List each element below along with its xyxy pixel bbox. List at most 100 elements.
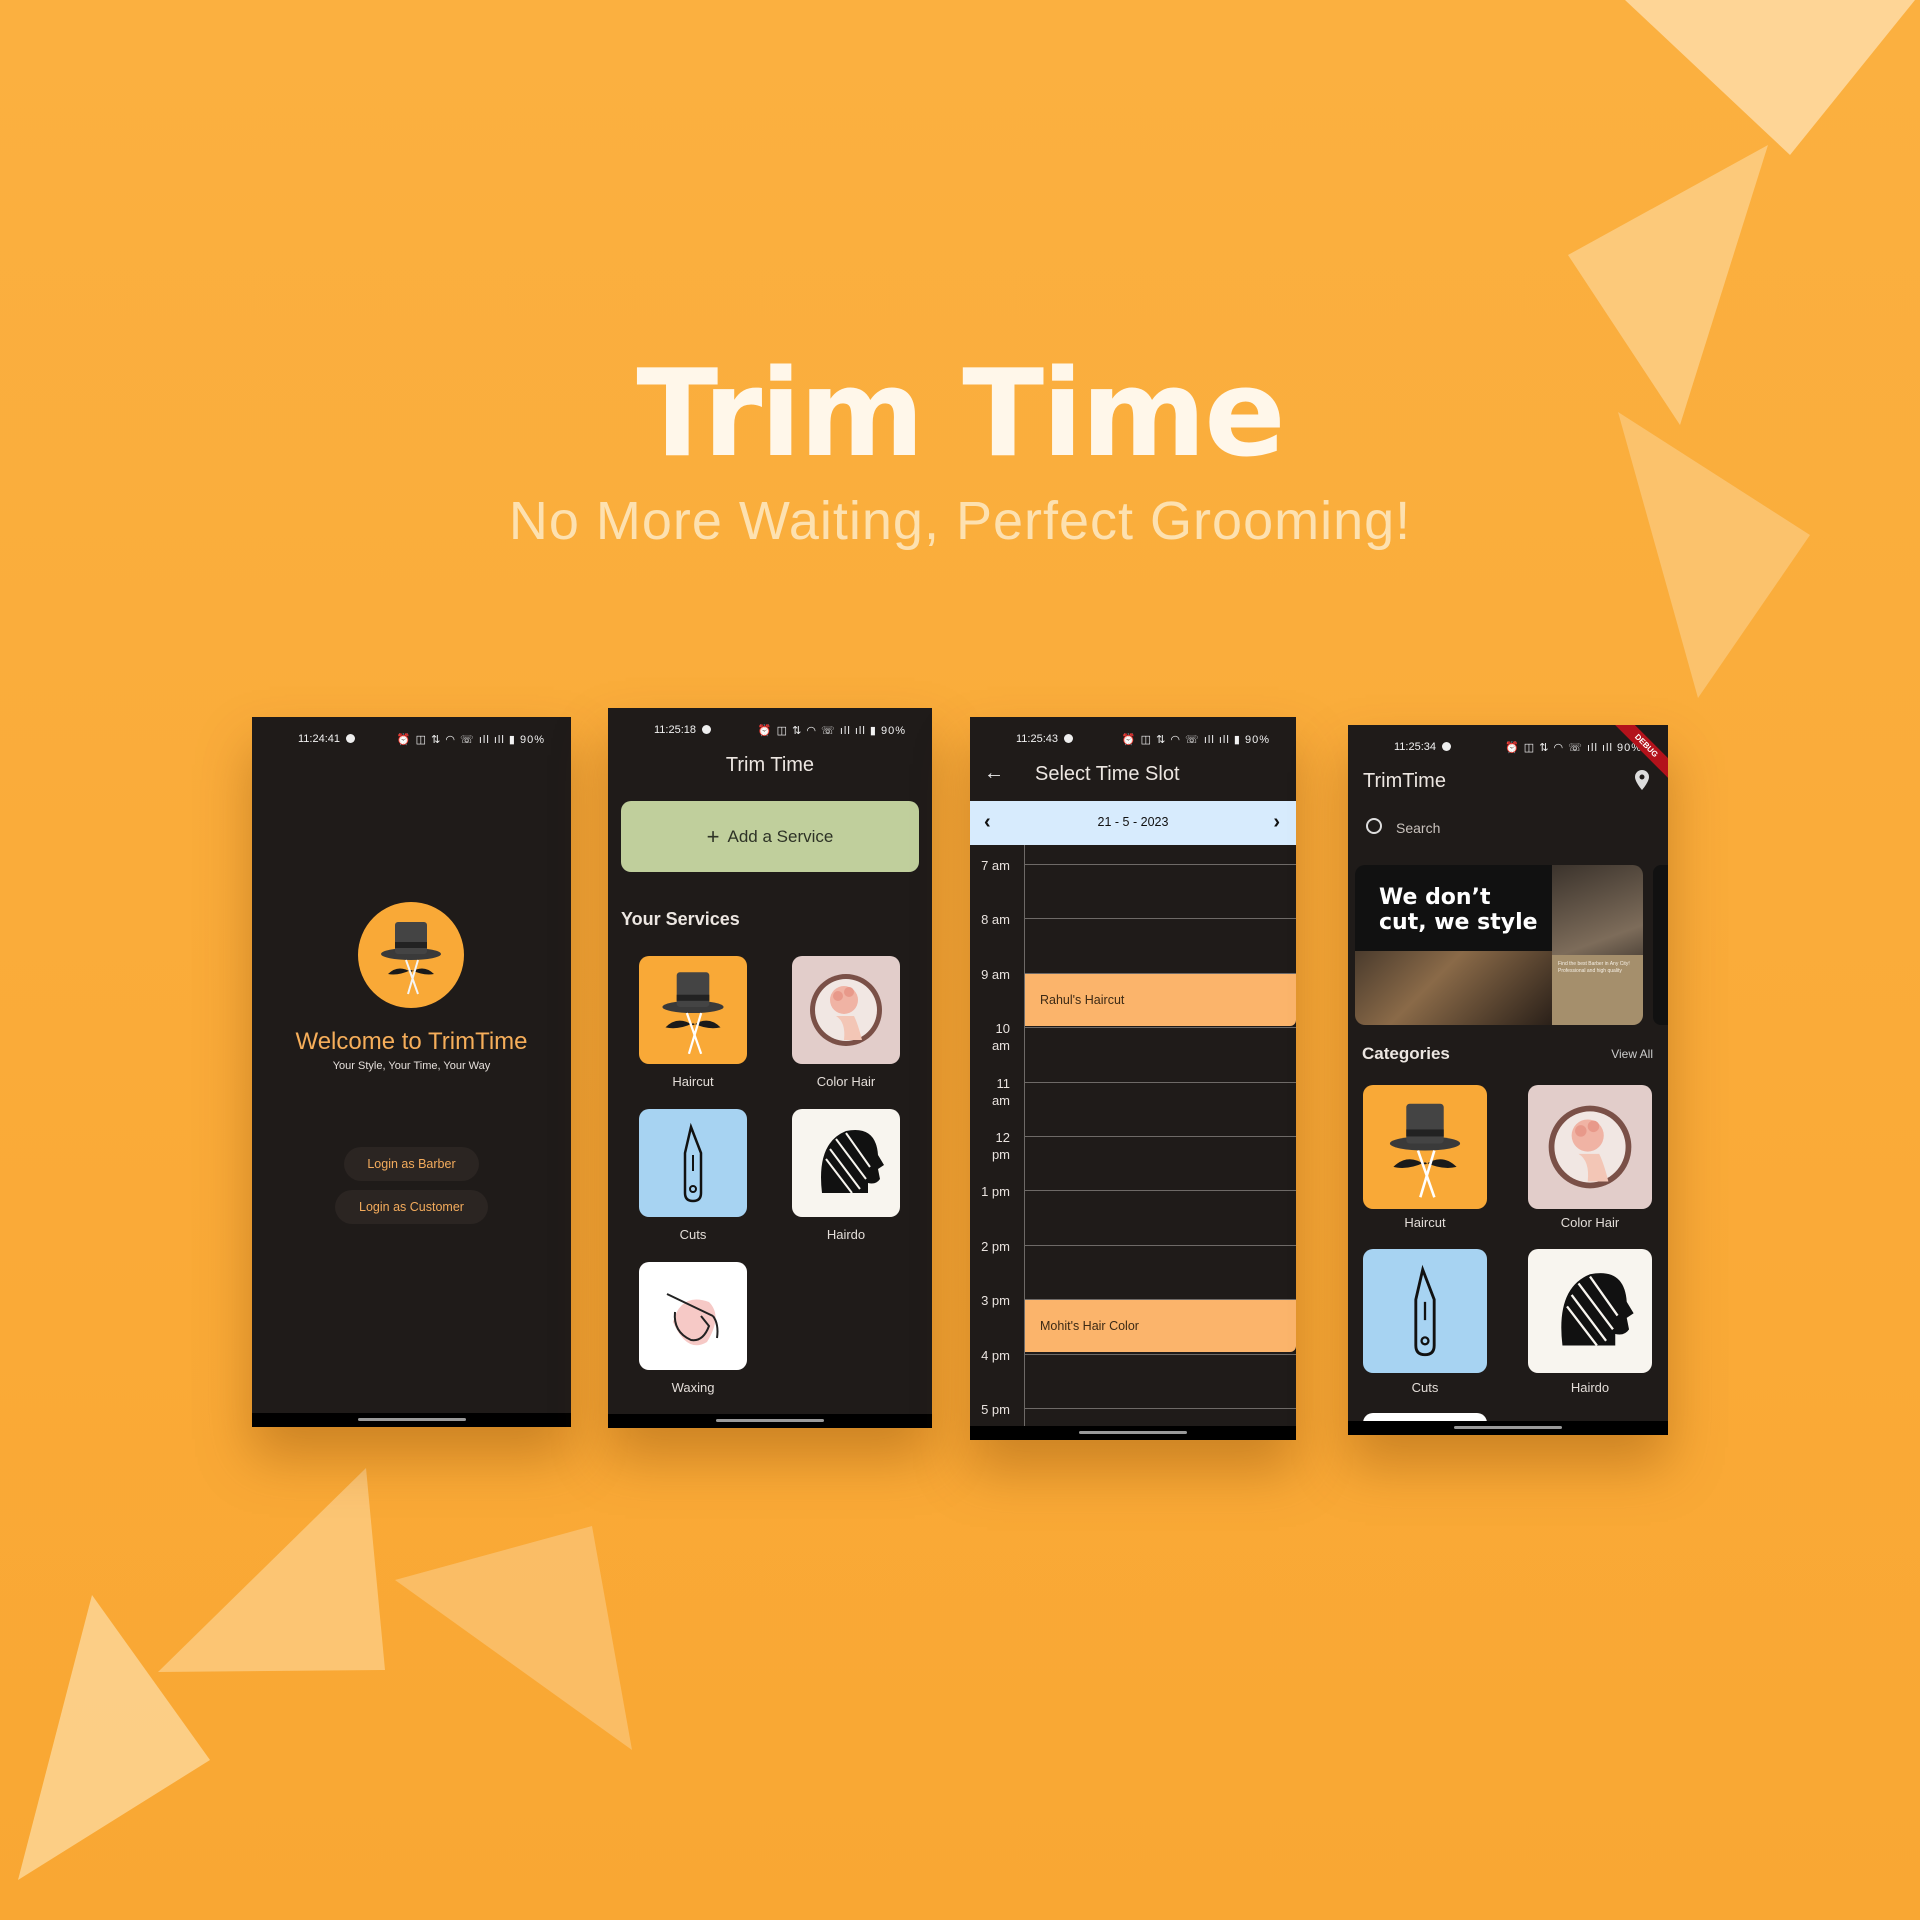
tile-label: Cuts [1411,1380,1439,1395]
service-tile-color-hair[interactable] [792,956,900,1064]
add-service-button[interactable]: + Add a Service [621,801,919,872]
woman-portrait-icon [810,974,882,1046]
status-bar: 11:25:18 ⏰ ◫ ⇅ ◠ ☏ ıll ıll ▮ 90% [608,718,932,742]
search-input[interactable]: Search [1396,820,1440,836]
tile-label: Color Hair [1560,1215,1620,1230]
category-tile-color-hair[interactable] [1528,1085,1652,1209]
category-tile-cuts[interactable] [1363,1249,1487,1373]
hero-subtitle: No More Waiting, Perfect Grooming! [508,491,1412,551]
hour-label: 3 pm [970,1292,1010,1309]
hour-label: 11 am [970,1075,1010,1109]
hour-gridline [1024,1081,1296,1083]
tile-label: Color Hair [816,1074,876,1089]
hour-gridline [1024,1027,1296,1029]
nav-bar [1348,1421,1668,1435]
status-icons: ⏰ ◫ ⇅ ◠ ☏ ıll ıll ▮ 90% [396,734,545,746]
page-title: Trim Time [725,754,815,776]
search-icon [1366,818,1382,834]
hour-label-line: 11 [996,1075,1011,1091]
login-customer-button[interactable]: Login as Customer [335,1190,488,1224]
hour-label-line: 5 pm [981,1402,1010,1417]
hour-gridline [1024,1408,1296,1409]
home-indicator[interactable] [357,1418,466,1421]
search-bar[interactable]: Search [1366,817,1440,836]
status-icons: ⏰ ◫ ⇅ ◠ ☏ ıll ıll 90% [1505,742,1642,754]
status-indicator-icon [346,734,356,743]
hour-label-line: 1 pm [981,1184,1010,1200]
banner-headline: We don’t cut, we style [1379,885,1538,935]
banner-headline-line1: We don’t [1379,885,1491,910]
home-indicator[interactable] [1079,1431,1187,1434]
hour-label-line: 8 am [981,912,1010,928]
welcome-screen: 11:24:41 ⏰ ◫ ⇅ ◠ ☏ ıll ıll ▮ 90% Welcome… [252,717,571,1427]
next-banner-peek [1653,865,1668,1025]
app-logo [358,902,464,1008]
status-bar: 11:25:34 ⏰ ◫ ⇅ ◠ ☏ ıll ıll 90% [1348,735,1668,759]
hour-label: 4 pm [970,1347,1010,1364]
date-selector: ‹ 21 - 5 - 2023 › [970,801,1296,845]
home-screen: 11:25:34 ⏰ ◫ ⇅ ◠ ☏ ıll ıll 90% DEBUG Tri… [1348,725,1668,1435]
date-label: 21 - 5 - 2023 [1097,815,1169,829]
status-time: 11:24:41 [298,733,341,745]
category-tile-haircut[interactable] [1363,1085,1487,1209]
location-pin-icon[interactable] [1634,770,1650,795]
page-title: TrimTime [1363,770,1446,792]
top-hat-mustache-icon [381,922,441,995]
home-indicator[interactable] [1454,1426,1562,1429]
hour-label-line: 3 pm [981,1293,1010,1309]
booked-slot[interactable]: Rahul's Haircut [1025,973,1296,1026]
hour-label: 8 am [970,911,1010,928]
banner-headline-line2: cut, we style [1379,910,1538,935]
waxing-hand-icon [666,1293,719,1346]
login-barber-button[interactable]: Login as Barber [344,1147,479,1181]
hour-label-line: 10 [995,1021,1010,1037]
razor-knife-icon [1414,1264,1436,1357]
hour-gridline [1024,1190,1296,1192]
promo-banner[interactable]: We don’t cut, we style Find the best Bar… [1355,865,1643,1025]
status-indicator-icon [1064,734,1074,743]
service-tile-waxing[interactable] [639,1262,747,1370]
tile-label: Waxing [671,1380,715,1395]
page-title: Select Time Slot [1035,763,1180,785]
nav-bar [970,1426,1296,1440]
status-bar: 11:24:41 ⏰ ◫ ⇅ ◠ ☏ ıll ıll ▮ 90% [252,727,571,751]
hour-gridline [1024,1244,1296,1246]
back-arrow-icon[interactable]: ← [984,762,1004,785]
timeslot-screen: 11:25:43 ⏰ ◫ ⇅ ◠ ☏ ıll ıll ▮ 90% ← Selec… [970,717,1296,1440]
tile-label: Hairdo [1570,1380,1610,1395]
hair-silhouette-icon [1561,1273,1634,1347]
status-icons: ⏰ ◫ ⇅ ◠ ☏ ıll ıll ▮ 90% [757,725,906,737]
service-tile-hairdo[interactable] [792,1109,900,1217]
booked-slot[interactable]: Mohit's Hair Color [1025,1300,1296,1353]
banner-small-text: Find the best Barber in Any City! Profes… [1558,961,1630,974]
home-indicator[interactable] [716,1419,824,1422]
hour-label: 1 pm [970,1183,1010,1200]
hour-label-line: 12 [995,1130,1010,1145]
hour-gridline [1024,1136,1296,1137]
tile-label: Haircut [1404,1215,1446,1230]
view-all-link[interactable]: View All [1611,1047,1653,1061]
tile-label: Cuts [679,1227,707,1242]
hour-label-line: 9 am [981,966,1010,982]
tile-label: Haircut [672,1074,714,1089]
hour-gridline [1024,1353,1296,1355]
woman-portrait-icon [1548,1105,1632,1189]
services-screen: 11:25:18 ⏰ ◫ ⇅ ◠ ☏ ıll ıll ▮ 90% Trim Ti… [608,708,932,1428]
hour-label-line: 7 am [981,858,1010,873]
hair-silhouette-icon [821,1130,884,1194]
hour-label-line: am [991,1038,1010,1054]
chevron-right-icon[interactable]: › [1273,811,1280,834]
hour-label: 9 am [970,966,1010,983]
category-tile-hairdo[interactable] [1528,1249,1652,1373]
service-tile-cuts[interactable] [639,1109,747,1217]
status-indicator-icon [1442,742,1452,751]
service-tile-haircut[interactable] [639,956,747,1064]
hour-label: 5 pm [970,1401,1010,1418]
hour-gridline [1024,864,1296,865]
top-hat-mustache-icon [1389,1103,1461,1198]
nav-bar [608,1414,932,1428]
razor-knife-icon [683,1122,703,1203]
hero-title: Trim Time [636,345,1285,484]
status-time: 11:25:43 [1016,733,1059,745]
banner-info-panel: Find the best Barber in Any City! Profes… [1552,955,1643,1025]
